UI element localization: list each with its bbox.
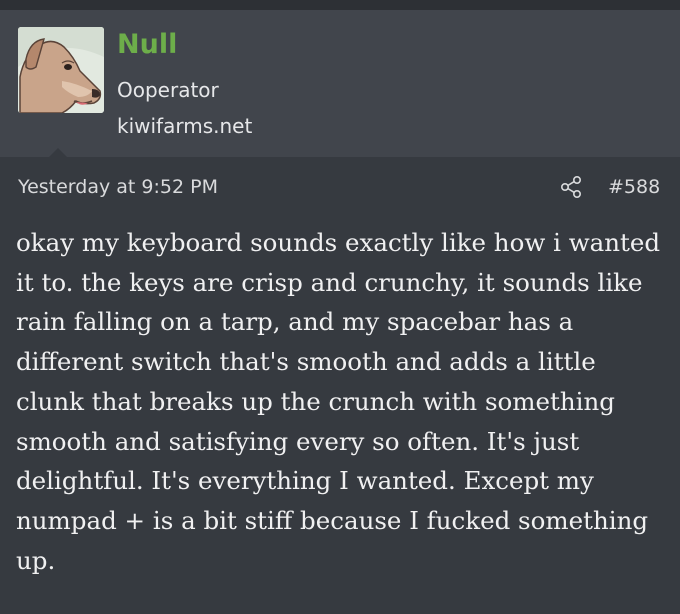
post-meta-row: Yesterday at 9:52 PM #588 <box>0 158 680 216</box>
share-icon[interactable] <box>560 175 584 199</box>
dog-avatar-icon[interactable] <box>18 27 104 113</box>
forum-post: Null Ooperator kiwifarms.net Yesterday a… <box>0 0 680 614</box>
post-body: okay my keyboard sounds exactly like how… <box>16 228 661 575</box>
header-pointer <box>48 148 68 158</box>
author-name[interactable]: Null <box>117 28 177 62</box>
author-site: kiwifarms.net <box>117 114 253 138</box>
post-number-link[interactable]: #588 <box>608 174 660 200</box>
post-timestamp[interactable]: Yesterday at 9:52 PM <box>18 174 218 200</box>
post-author-header: Null Ooperator kiwifarms.net <box>0 10 680 157</box>
author-title: Ooperator <box>117 78 219 102</box>
top-divider <box>0 0 680 10</box>
